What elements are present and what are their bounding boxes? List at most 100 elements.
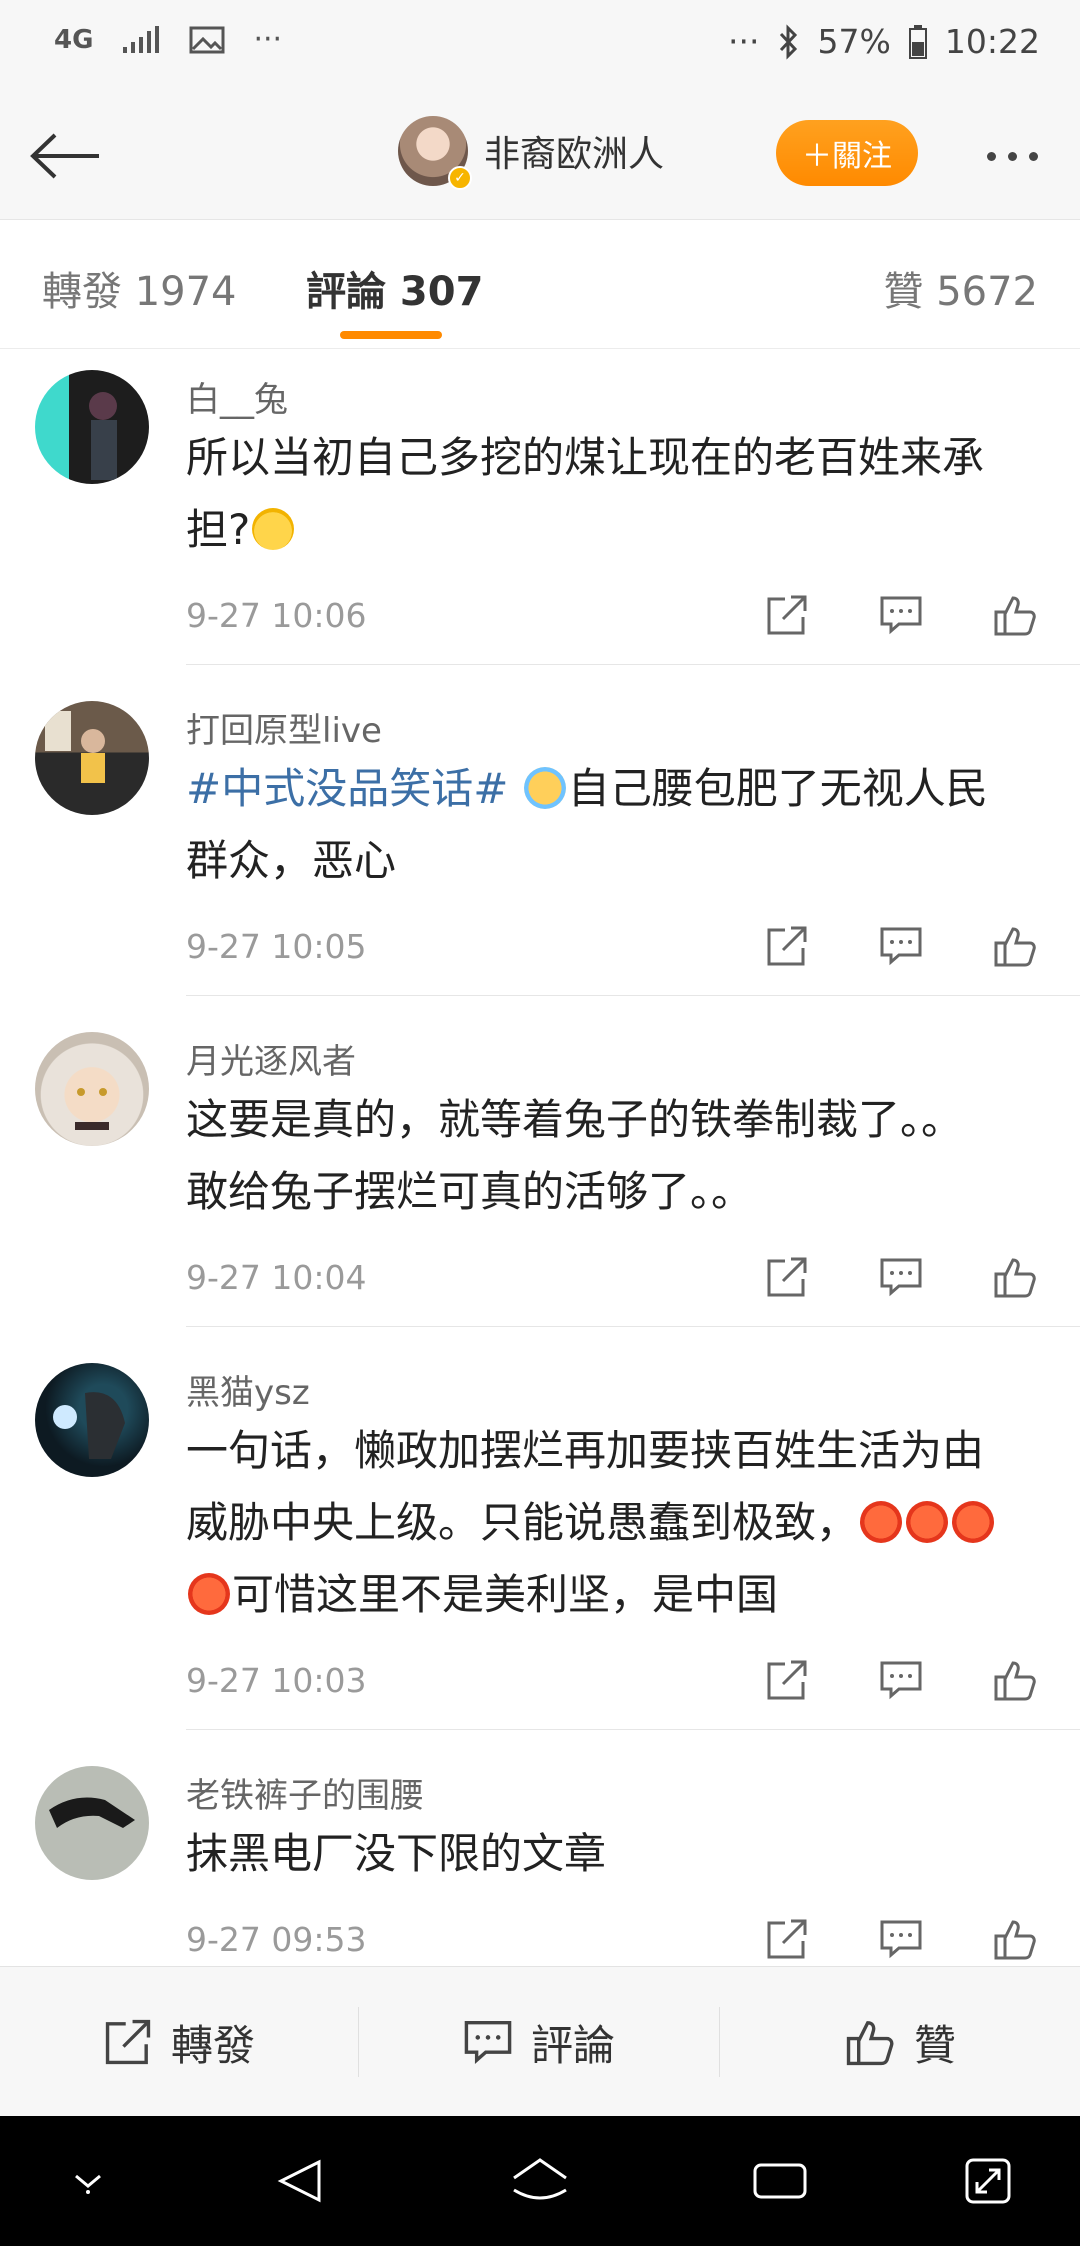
comment-item: 打回原型live #中式没品笑话# 自己腰包肥了无视人民 群众，恶心 9-27 … — [0, 681, 1080, 1013]
commenter-name[interactable]: 老铁裤子的围腰 — [186, 1768, 424, 1817]
expand-icon — [965, 2158, 1011, 2204]
tab-comments[interactable]: 評論 307 — [306, 259, 483, 317]
comment-line-with-emoji: 担? — [186, 494, 1052, 566]
status-left: 4G ··· — [54, 22, 282, 57]
nav-recents-button[interactable] — [750, 2151, 810, 2211]
network-4g-icon: 4G — [54, 24, 94, 55]
comment-divider — [186, 995, 1080, 996]
commenter-avatar[interactable] — [35, 701, 149, 815]
comment-line-with-tag: #中式没品笑话# 自己腰包肥了无视人民 — [186, 753, 1052, 825]
author-name[interactable]: 非裔欧洲人 — [484, 125, 664, 177]
reply-button[interactable] — [876, 590, 926, 640]
comment-divider — [186, 1326, 1080, 1327]
reply-button[interactable] — [876, 1252, 926, 1302]
crying-emoji-icon — [523, 767, 566, 809]
angry-emoji-icon — [906, 1501, 949, 1543]
repost-button[interactable] — [762, 1914, 812, 1964]
comment-icon — [880, 1661, 922, 1700]
status-overflow-dots: ··· — [253, 22, 283, 57]
tab-likes[interactable]: 贊 5672 — [883, 259, 1038, 317]
comment-line: 抹黑电厂没下限的文章 — [186, 1829, 607, 1878]
comment-icon — [880, 1258, 922, 1297]
share-icon — [767, 1257, 807, 1297]
angry-emoji-icon — [860, 1501, 903, 1543]
commenter-avatar[interactable] — [35, 1363, 149, 1477]
comment-icon — [880, 927, 922, 966]
bottom-comment-button[interactable]: 評論 — [359, 1967, 719, 2117]
reply-button[interactable] — [876, 921, 926, 971]
like-button[interactable] — [990, 590, 1040, 640]
nav-back-button[interactable] — [270, 2151, 330, 2211]
status-overflow-dots-right: ··· — [728, 22, 760, 61]
bottom-repost-button[interactable]: 轉發 — [0, 1967, 358, 2117]
clock: 10:22 — [944, 22, 1040, 61]
tab-bar: 轉發 1974 評論 307 贊 5672 — [0, 221, 1080, 349]
more-options-button[interactable] — [972, 126, 1052, 186]
battery-percent: 57% — [817, 22, 891, 61]
comment-line: 所以当初自己多挖的煤让现在的老百姓来承 — [186, 433, 985, 482]
status-bar: 4G ··· ··· 57% 10:22 — [0, 0, 1080, 92]
thumbs-up-icon — [994, 596, 1036, 636]
comment-line-with-emoji: 可惜这里不是美利坚，是中国 — [186, 1559, 1052, 1631]
nav-collapse-button[interactable] — [58, 2151, 118, 2211]
commenter-name[interactable]: 月光逐风者 — [186, 1034, 356, 1083]
comment-icon — [464, 2020, 512, 2064]
like-button[interactable] — [990, 1655, 1040, 1705]
commenter-name[interactable]: 白__兔 — [186, 372, 288, 421]
reply-button[interactable] — [876, 1655, 926, 1705]
repost-button[interactable] — [762, 590, 812, 640]
commenter-avatar[interactable] — [35, 1766, 149, 1880]
home-icon — [513, 2158, 567, 2200]
commenter-avatar[interactable] — [35, 370, 149, 484]
thumbs-up-icon — [846, 2021, 894, 2066]
angry-emoji-icon — [952, 1501, 995, 1543]
nav-home-button[interactable] — [510, 2151, 570, 2211]
thumbs-up-icon — [994, 927, 1036, 967]
reply-button[interactable] — [876, 1914, 926, 1964]
comment-actions — [762, 1655, 1040, 1705]
comment-actions — [762, 1914, 1040, 1964]
comment-item: 月光逐风者 这要是真的，就等着兔子的铁拳制裁了。。 敢给兔子摆烂可真的活够了。。… — [0, 1012, 1080, 1344]
commenter-name[interactable]: 黑猫ysz — [186, 1365, 310, 1414]
comment-divider — [186, 1729, 1080, 1730]
comment-line: 群众，恶心 — [186, 836, 397, 885]
comment-line-with-emoji: 威胁中央上级。只能说愚蠢到极致， — [186, 1487, 1052, 1559]
comment-line: 自己腰包肥了无视人民 — [567, 764, 988, 813]
follow-button[interactable]: ＋關注 — [776, 120, 918, 186]
tab-reposts[interactable]: 轉發 1974 — [42, 259, 237, 317]
like-button[interactable] — [990, 1252, 1040, 1302]
comment-divider — [186, 664, 1080, 665]
recents-icon — [753, 2163, 807, 2199]
comment-item: 黑猫ysz 一句话，懒政加摆烂再加要挟百姓生活为由 威胁中央上级。只能说愚蠢到极… — [0, 1343, 1080, 1747]
comment-line: 敢给兔子摆烂可真的活够了。。 — [186, 1167, 754, 1216]
comment-text: 一句话，懒政加摆烂再加要挟百姓生活为由 威胁中央上级。只能说愚蠢到极致， 可惜这… — [186, 1415, 1052, 1631]
nav-expand-button[interactable] — [958, 2151, 1018, 2211]
back-button[interactable] — [24, 118, 104, 194]
commenter-name[interactable]: 打回原型live — [186, 703, 382, 752]
post-header: ✓ 非裔欧洲人 ＋關注 — [0, 92, 1080, 220]
share-icon — [767, 595, 807, 635]
bottom-like-label: 贊 — [913, 2020, 956, 2070]
comment-line: 威胁中央上级。只能说愚蠢到极致， — [186, 1498, 859, 1547]
repost-button[interactable] — [762, 1655, 812, 1705]
post-action-bar: 轉發 評論 贊 — [0, 1966, 1080, 2116]
image-icon — [189, 25, 225, 55]
comment-line: 一句话，懒政加摆烂再加要挟百姓生活为由 — [186, 1426, 985, 1475]
thumbs-up-icon — [994, 1258, 1036, 1298]
thumbs-up-icon — [994, 1661, 1036, 1701]
comment-item: 老铁裤子的围腰 抹黑电厂没下限的文章 9-27 09:53 — [0, 1746, 1080, 1966]
repost-button[interactable] — [762, 921, 812, 971]
arrow-left-icon — [30, 133, 99, 179]
author-block[interactable]: ✓ 非裔欧洲人 — [398, 116, 664, 190]
system-nav-bar — [0, 2116, 1080, 2246]
bottom-like-button[interactable]: 贊 — [720, 1967, 1080, 2117]
bottom-comment-label: 評論 — [530, 2020, 615, 2070]
comment-line: 担? — [186, 505, 251, 554]
hashtag-link[interactable]: #中式没品笑话# — [186, 764, 508, 813]
repost-button[interactable] — [762, 1252, 812, 1302]
commenter-avatar[interactable] — [35, 1032, 149, 1146]
comment-actions — [762, 1252, 1040, 1302]
like-button[interactable] — [990, 921, 1040, 971]
author-avatar[interactable]: ✓ — [398, 116, 472, 190]
like-button[interactable] — [990, 1914, 1040, 1964]
